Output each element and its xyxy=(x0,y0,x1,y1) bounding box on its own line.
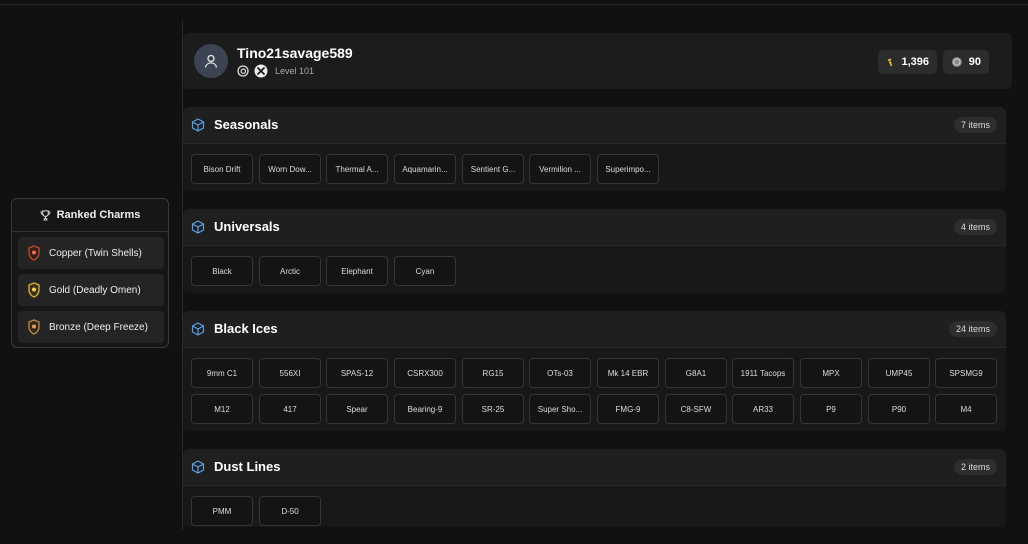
item-tile[interactable]: RG15 xyxy=(462,358,524,388)
item-tile[interactable]: Mk 14 EBR xyxy=(597,358,659,388)
credits-value: 90 xyxy=(968,56,981,68)
item-tile[interactable]: Aquamarin... xyxy=(394,154,456,184)
item-tile[interactable]: P90 xyxy=(868,394,930,424)
section-header[interactable]: Dust Lines 2 items xyxy=(183,449,1006,486)
top-divider xyxy=(0,4,1028,5)
charm-item-gold[interactable]: Gold (Deadly Omen) xyxy=(18,274,164,306)
item-tile[interactable]: PMM xyxy=(191,496,253,526)
item-tile[interactable]: Superimpo... xyxy=(597,154,659,184)
username: Tino21savage589 xyxy=(237,45,353,61)
renown-badge: 1,396 xyxy=(878,50,937,74)
copper-charm-icon xyxy=(28,245,40,261)
item-tile[interactable]: Thermal A... xyxy=(326,154,388,184)
section-count-badge: 24 items xyxy=(948,321,997,337)
item-tile[interactable]: 1911 Tacops xyxy=(732,358,794,388)
ranked-charms-title: Ranked Charms xyxy=(56,209,141,221)
charm-item-bronze[interactable]: Bronze (Deep Freeze) xyxy=(18,311,164,343)
item-tile[interactable]: Cyan xyxy=(394,256,456,286)
user-icon xyxy=(204,54,218,68)
trophy-icon xyxy=(40,209,50,221)
section-dust-lines: Dust Lines 2 items PMM D-50 xyxy=(183,449,1006,527)
item-tile[interactable]: Bearing-9 xyxy=(394,394,456,424)
renown-value: 1,396 xyxy=(901,56,929,68)
item-tile[interactable]: Elephant xyxy=(326,256,388,286)
item-tile[interactable]: G8A1 xyxy=(665,358,727,388)
item-tile[interactable]: SPSMG9 xyxy=(935,358,997,388)
item-tile[interactable]: M4 xyxy=(935,394,997,424)
section-black-ices: Black Ices 24 items 9mm C1 556XI SPAS-12… xyxy=(183,311,1006,431)
section-count-badge: 4 items xyxy=(953,219,997,235)
charm-label: Bronze (Deep Freeze) xyxy=(49,321,148,333)
item-tile[interactable]: MPX xyxy=(800,358,862,388)
section-title: Black Ices xyxy=(214,321,278,336)
item-tile[interactable]: 556XI xyxy=(259,358,321,388)
cube-icon xyxy=(191,118,205,132)
xbox-icon xyxy=(254,64,268,78)
item-tile[interactable]: C8-SFW xyxy=(665,394,727,424)
item-tile[interactable]: Black xyxy=(191,256,253,286)
item-tile[interactable]: Spear xyxy=(326,394,388,424)
item-tile[interactable]: UMP45 xyxy=(868,358,930,388)
item-tile[interactable]: P9 xyxy=(800,394,862,424)
section-count-badge: 2 items xyxy=(953,459,997,475)
charm-label: Copper (Twin Shells) xyxy=(49,247,142,259)
renown-icon xyxy=(887,58,893,66)
section-count-badge: 7 items xyxy=(953,117,997,133)
item-tile[interactable]: Super Sho... xyxy=(529,394,591,424)
item-tile[interactable]: M12 xyxy=(191,394,253,424)
item-tile[interactable]: AR33 xyxy=(732,394,794,424)
section-header[interactable]: Universals 4 items xyxy=(183,209,1006,246)
item-tile[interactable]: D-50 xyxy=(259,496,321,526)
credits-badge: 90 xyxy=(943,50,989,74)
item-tile[interactable]: CSRX300 xyxy=(394,358,456,388)
item-tile[interactable]: Arctic xyxy=(259,256,321,286)
section-title: Universals xyxy=(214,219,280,234)
item-tile[interactable]: OTs-03 xyxy=(529,358,591,388)
item-tile[interactable]: 417 xyxy=(259,394,321,424)
section-header[interactable]: Seasonals 7 items xyxy=(183,107,1006,144)
item-tile[interactable]: FMG-9 xyxy=(597,394,659,424)
cube-icon xyxy=(191,322,205,336)
section-seasonals: Seasonals 7 items Bison Drift Worn Dow..… xyxy=(183,107,1006,191)
item-tile[interactable]: Sentient G... xyxy=(462,154,524,184)
item-tile[interactable]: 9mm C1 xyxy=(191,358,253,388)
charm-label: Gold (Deadly Omen) xyxy=(49,284,141,296)
profile-subline: Level 101 xyxy=(237,64,314,78)
ranked-charms-panel: Ranked Charms Copper (Twin Shells) Gold … xyxy=(11,198,169,348)
item-tile[interactable]: Bison Drift xyxy=(191,154,253,184)
section-header[interactable]: Black Ices 24 items xyxy=(183,311,1006,348)
item-tile[interactable]: SR-25 xyxy=(462,394,524,424)
ranked-charms-header: Ranked Charms xyxy=(12,199,168,232)
charm-item-copper[interactable]: Copper (Twin Shells) xyxy=(18,237,164,269)
item-tile[interactable]: Worn Dow... xyxy=(259,154,321,184)
gold-charm-icon xyxy=(28,282,40,298)
item-tile[interactable]: SPAS-12 xyxy=(326,358,388,388)
item-tile[interactable]: Vermilion ... xyxy=(529,154,591,184)
avatar[interactable] xyxy=(194,44,228,78)
cube-icon xyxy=(191,220,205,234)
bronze-charm-icon xyxy=(28,319,40,335)
player-level: Level 101 xyxy=(275,66,315,76)
section-title: Seasonals xyxy=(214,117,279,132)
section-title: Dust Lines xyxy=(214,459,281,474)
cube-icon xyxy=(191,460,205,474)
profile-header: Tino21savage589 Level 101 1,396 90 xyxy=(183,33,1012,89)
ubisoft-icon xyxy=(237,65,249,77)
coin-icon xyxy=(951,57,962,67)
section-universals: Universals 4 items Black Arctic Elephant… xyxy=(183,209,1006,293)
